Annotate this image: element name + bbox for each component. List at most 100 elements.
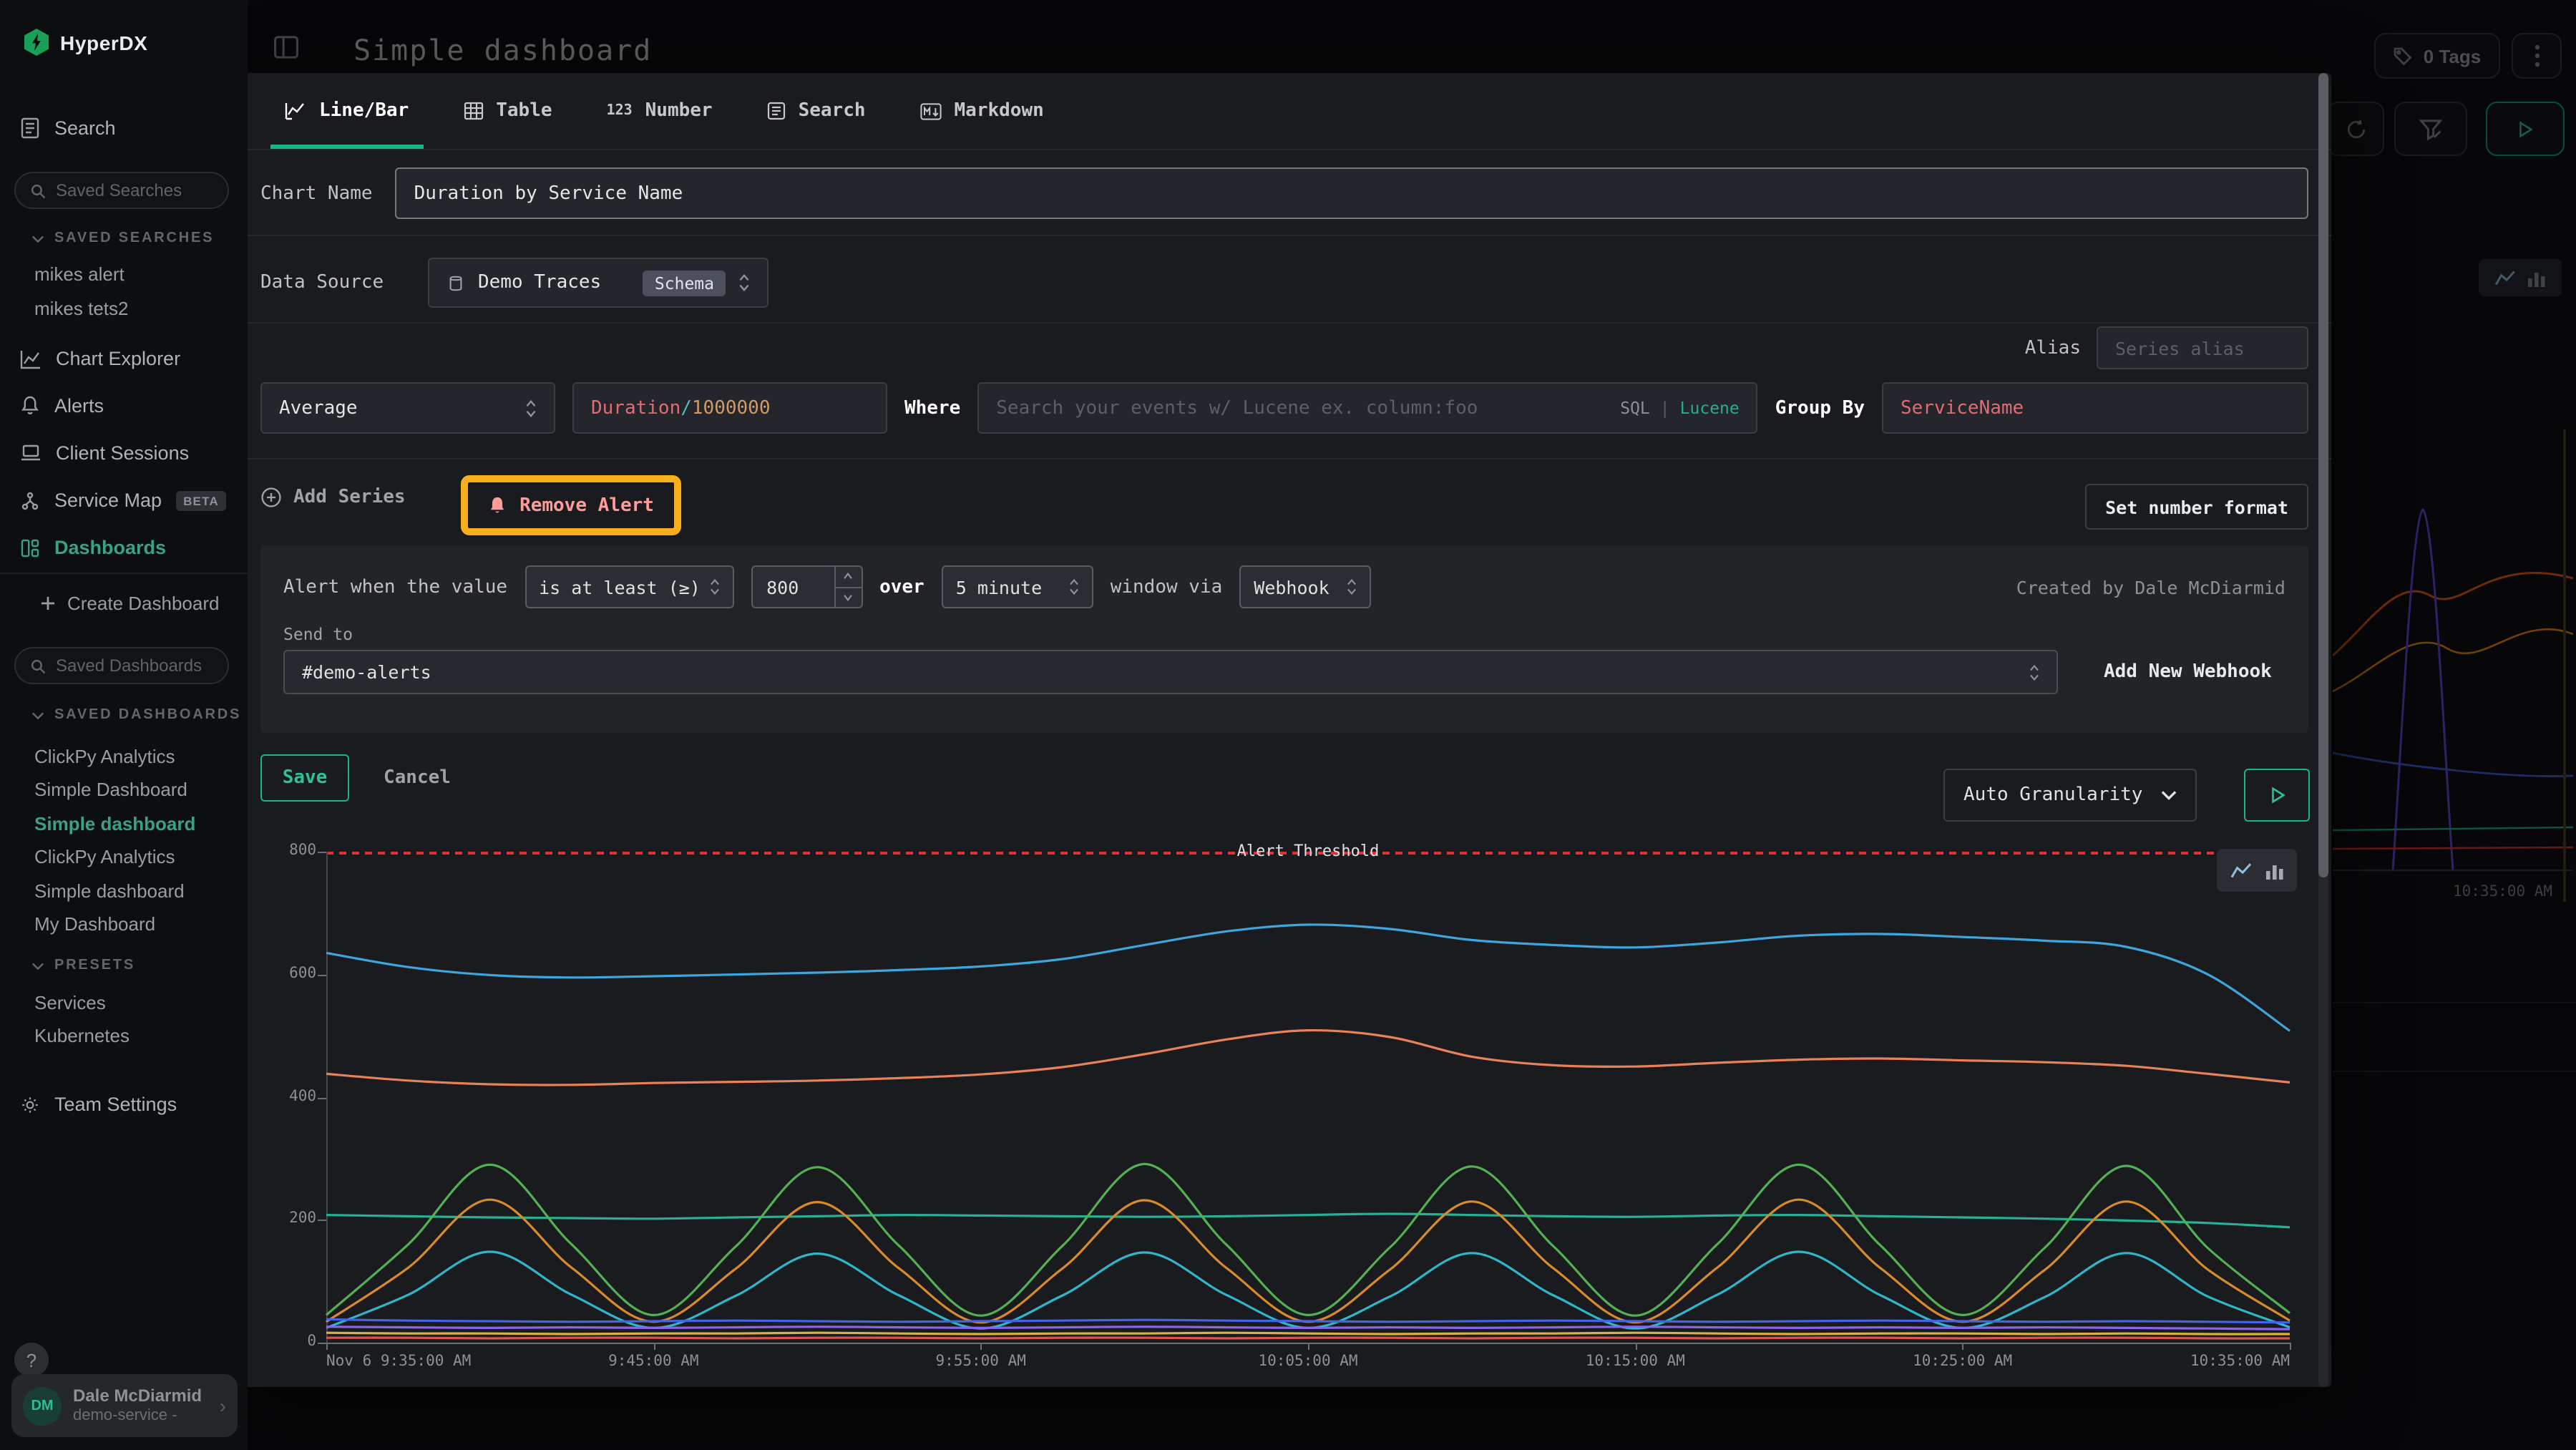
remove-alert-button[interactable]: Remove Alert: [488, 495, 654, 516]
alert-channel-select[interactable]: Webhook: [1239, 565, 1371, 608]
chart-plot[interactable]: [326, 852, 2290, 1343]
save-button[interactable]: Save: [260, 754, 349, 802]
dashboard-item[interactable]: ClickPy Analytics: [34, 846, 175, 867]
cancel-button[interactable]: Cancel: [384, 754, 451, 802]
presets-header[interactable]: PRESETS: [31, 958, 135, 973]
presets-header-label: PRESETS: [54, 958, 135, 973]
tab-label: Markdown: [955, 100, 1044, 122]
sidebar-item-search[interactable]: Search: [20, 117, 116, 139]
dashboard-item[interactable]: Simple dashboard: [34, 880, 185, 902]
chart-name-row: Chart Name Duration by Service Name: [260, 167, 2308, 219]
saved-dashboards-header-label: SAVED DASHBOARDS: [54, 707, 241, 723]
x-tick-label: 10:25:00 AM: [1913, 1353, 2012, 1370]
tab-line-bar[interactable]: Line/Bar: [285, 73, 409, 149]
x-tick-mark: [1963, 1343, 1964, 1350]
tab-markdown[interactable]: Markdown: [920, 73, 1044, 149]
sql-option[interactable]: SQL: [1620, 398, 1650, 418]
search-list-icon: [767, 102, 786, 120]
stepper-buttons[interactable]: [834, 567, 861, 607]
user-card[interactable]: DM Dale McDiarmid demo-service - ›: [11, 1374, 238, 1437]
select-chevrons-icon: [2029, 663, 2039, 681]
chart-name-input[interactable]: Duration by Service Name: [396, 167, 2308, 219]
lucene-option[interactable]: Lucene: [1680, 398, 1740, 418]
data-source-select[interactable]: Demo Traces Schema: [428, 258, 769, 308]
y-tick-mark: [318, 1220, 326, 1222]
dashboard-item[interactable]: My Dashboard: [34, 913, 155, 935]
alert-threshold-stepper[interactable]: 800: [751, 565, 862, 608]
line-chart-icon: [285, 102, 306, 120]
alert-condition-row: Alert when the value is at least (≥) 800: [283, 565, 2285, 608]
alert-condition-select[interactable]: is at least (≥): [525, 565, 733, 608]
tab-search[interactable]: Search: [767, 73, 866, 149]
sidebar-item-dashboards[interactable]: Dashboards: [20, 537, 166, 558]
bell-icon: [20, 395, 40, 417]
saved-search-item[interactable]: mikes alert: [34, 263, 125, 285]
saved-searches-header[interactable]: SAVED SEARCHES: [31, 230, 214, 246]
x-tick-label: 10:15:00 AM: [1586, 1353, 1685, 1370]
group-by-input[interactable]: ServiceName: [1882, 382, 2308, 434]
send-to-select[interactable]: #demo-alerts: [283, 650, 2058, 694]
dashboard-item-active[interactable]: Simple dashboard: [34, 813, 195, 835]
schema-badge[interactable]: Schema: [643, 270, 726, 296]
saved-search-item[interactable]: mikes tets2: [34, 298, 129, 319]
chart-display-toggle[interactable]: [2217, 849, 2297, 892]
sidebar-item-alerts[interactable]: Alerts: [20, 395, 104, 417]
tab-table[interactable]: Table: [463, 73, 552, 149]
dashboard-item[interactable]: ClickPy Analytics: [34, 746, 175, 767]
tab-number[interactable]: 123 Number: [607, 73, 713, 149]
set-number-format-button[interactable]: Set number format: [2085, 484, 2308, 530]
database-icon: [447, 273, 465, 293]
saved-dashboards-placeholder: Saved Dashboards: [56, 656, 202, 676]
preset-item[interactable]: Services: [34, 992, 106, 1013]
stepper-down-icon[interactable]: [835, 586, 861, 607]
preset-item[interactable]: Kubernetes: [34, 1025, 130, 1046]
x-tick-mark: [1635, 1343, 1636, 1350]
aggregation-select[interactable]: Average: [260, 382, 555, 434]
actions-row: Add Series Remove Alert Set number forma…: [260, 477, 2308, 534]
beta-badge: BETA: [176, 490, 226, 510]
section-divider: [245, 235, 2331, 236]
chart-y-ticks: [318, 852, 326, 1343]
alert-threshold-label: Alert Threshold: [1237, 842, 1380, 860]
query-language-switch[interactable]: SQL | Lucene: [1620, 398, 1740, 418]
saved-dashboards-header[interactable]: SAVED DASHBOARDS: [31, 707, 241, 723]
select-chevrons-icon: [1347, 578, 1357, 595]
gear-icon: [20, 1094, 40, 1114]
x-tick-label: 10:35:00 AM: [2190, 1353, 2290, 1370]
modal-scrollbar[interactable]: [2318, 73, 2328, 1387]
where-search-input[interactable]: Search your events w/ Lucene ex. column:…: [977, 382, 1757, 434]
y-tick-mark: [318, 1343, 326, 1344]
sidebar-item-team-settings[interactable]: Team Settings: [20, 1094, 177, 1115]
markdown-icon: [920, 102, 942, 120]
alert-window-select[interactable]: 5 minute: [942, 565, 1093, 608]
run-query-button[interactable]: [2244, 769, 2310, 822]
alert-window-value: 5 minute: [956, 576, 1042, 598]
alias-input[interactable]: Series alias: [2097, 326, 2308, 369]
dashboard-item[interactable]: Simple Dashboard: [34, 779, 187, 800]
plus-circle-icon: [260, 487, 282, 508]
laptop-icon: [20, 444, 42, 462]
send-to-value: #demo-alerts: [302, 661, 431, 683]
chart-explorer-icon: [20, 349, 42, 369]
add-series-button[interactable]: Add Series: [260, 487, 406, 508]
scrollbar-thumb[interactable]: [2318, 73, 2328, 877]
bar-chart-icon: [2265, 861, 2284, 880]
sidebar-item-client-sessions[interactable]: Client Sessions: [20, 442, 189, 464]
brand[interactable]: HyperDX: [24, 29, 147, 56]
stepper-up-icon[interactable]: [835, 567, 861, 586]
saved-searches-input[interactable]: Saved Searches: [14, 172, 229, 209]
add-new-webhook-button[interactable]: Add New Webhook: [2104, 650, 2272, 694]
saved-dashboards-input[interactable]: Saved Dashboards: [14, 647, 229, 684]
sidebar-divider: [0, 573, 248, 574]
help-button[interactable]: ?: [14, 1343, 49, 1377]
user-subtitle: demo-service -: [73, 1406, 202, 1426]
granularity-select[interactable]: Auto Granularity: [1943, 769, 2197, 822]
sidebar-item-service-map[interactable]: Service Map BETA: [20, 490, 226, 511]
expression-field[interactable]: Duration/1000000: [572, 382, 887, 434]
sidebar-item-chart-explorer[interactable]: Chart Explorer: [20, 348, 180, 369]
sidebar-item-label: Dashboards: [54, 537, 166, 558]
edit-chart-modal: Line/Bar Table 123 Number Search: [245, 73, 2331, 1387]
sidebar-item-label: Search: [54, 117, 116, 139]
search-icon: [30, 183, 46, 198]
create-dashboard-button[interactable]: Create Dashboard: [40, 593, 219, 614]
